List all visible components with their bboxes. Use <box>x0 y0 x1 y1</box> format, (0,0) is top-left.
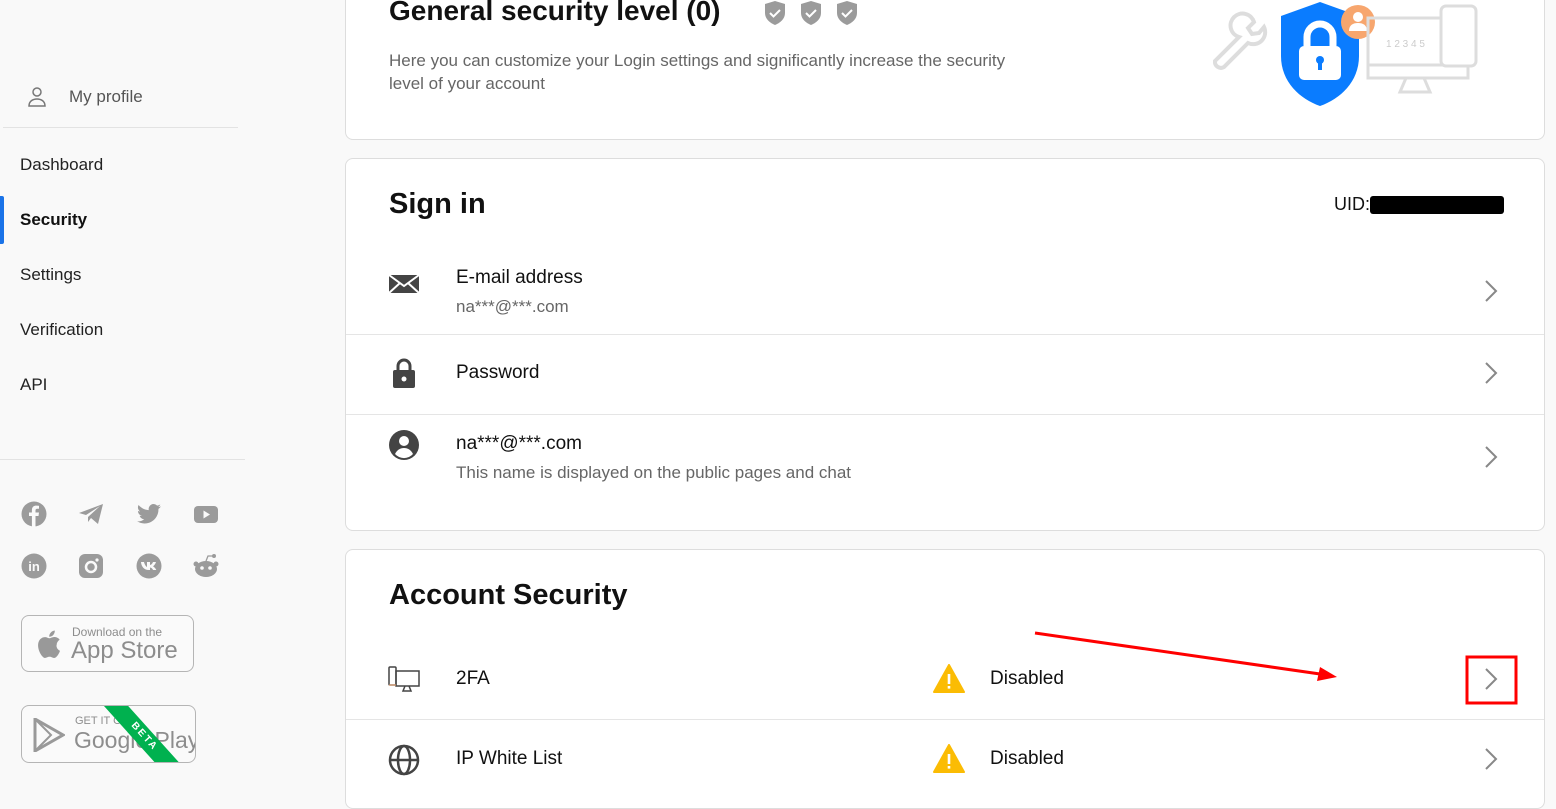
annotation-arrow <box>1034 631 1518 705</box>
annotation-highlight-box <box>1465 655 1518 705</box>
